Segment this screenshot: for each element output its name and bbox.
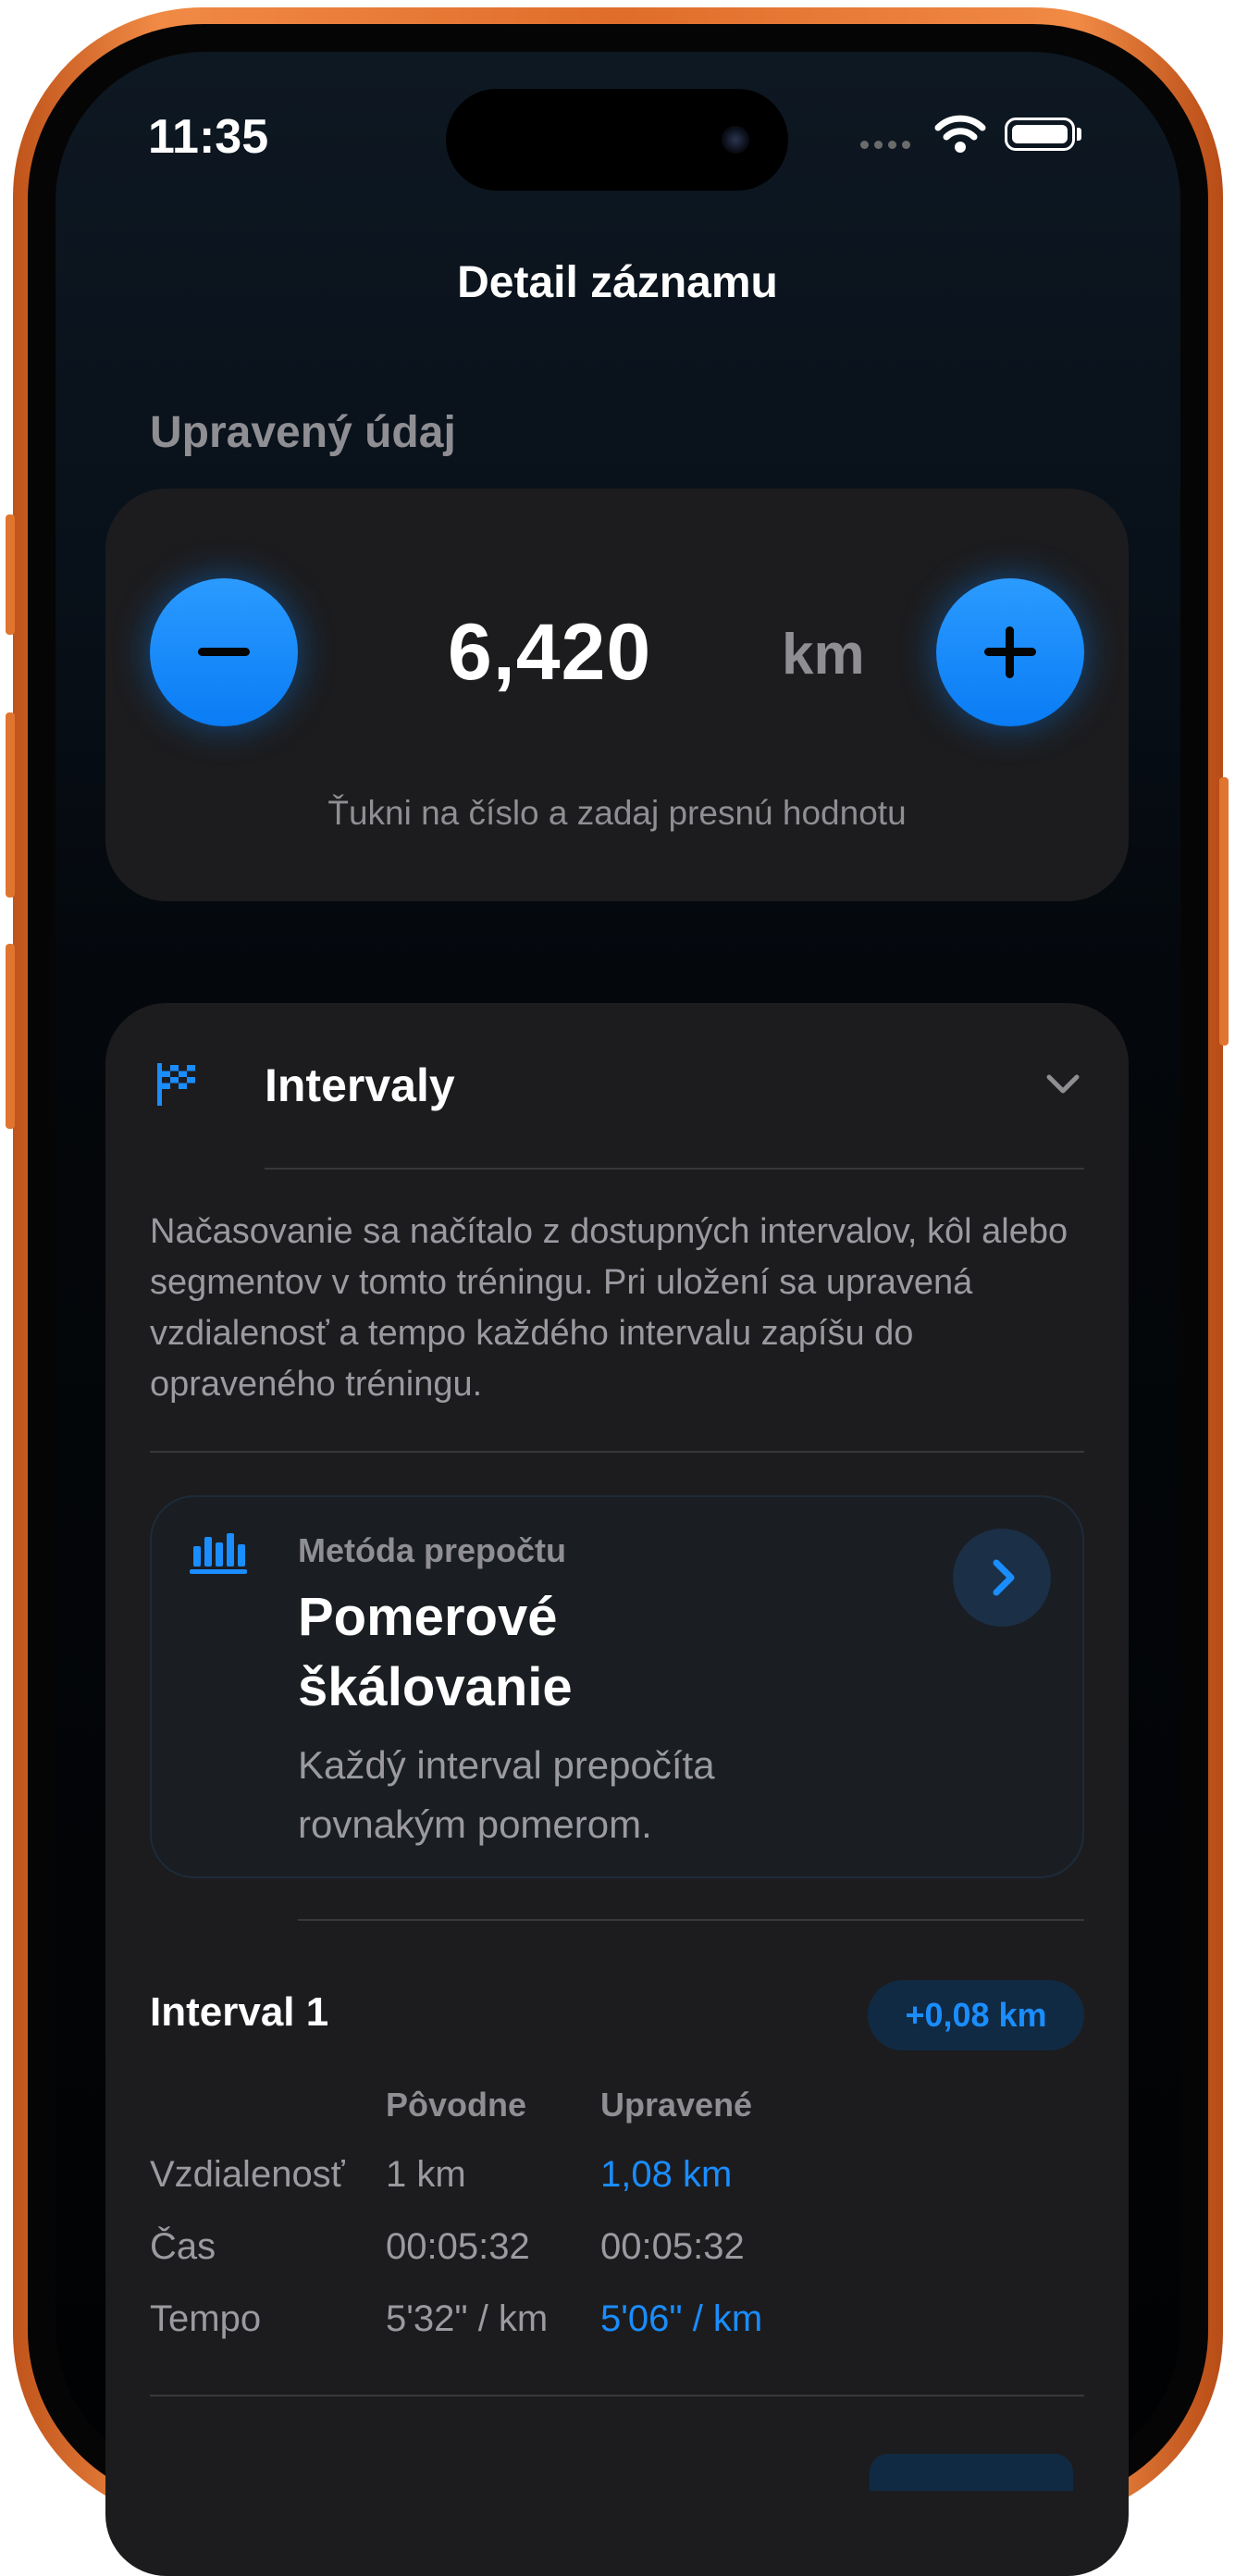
- increment-button[interactable]: [936, 578, 1084, 726]
- adjusted-value[interactable]: 6,420: [448, 607, 651, 699]
- column-adjusted-header: Upravené: [600, 2086, 753, 2124]
- interval-1-divider: [150, 2395, 1084, 2396]
- plus-icon: [1006, 626, 1014, 678]
- row-original: 5'32" / km: [386, 2298, 549, 2339]
- row-adjusted: 5'06" / km: [600, 2298, 763, 2339]
- row-label: Vzdialenosť: [150, 2154, 345, 2195]
- row-label: Tempo: [150, 2298, 262, 2339]
- intervals-description: Načasovanie sa načítalo z dostupných int…: [150, 1212, 1068, 1404]
- minus-icon: [198, 648, 250, 656]
- status-time: 11:35: [148, 110, 269, 164]
- intervals-section-title[interactable]: Intervaly: [265, 1059, 455, 1112]
- decrement-button[interactable]: [150, 578, 298, 726]
- battery-icon: [1005, 118, 1075, 151]
- method-label: Metóda prepočtu: [298, 1531, 567, 1569]
- page-title: Detail záznamu: [457, 258, 778, 307]
- row-adjusted: 00:05:32: [600, 2226, 745, 2267]
- interval-1-delta-badge: +0,08 km: [868, 1980, 1084, 2050]
- method-divider: [298, 1919, 1084, 1921]
- power-button: [1219, 777, 1229, 1046]
- interval-1-title: Interval 1: [150, 1989, 329, 2035]
- action-button: [6, 514, 15, 635]
- volume-down-button: [6, 944, 15, 1129]
- chevron-down-icon[interactable]: [1045, 1073, 1081, 1096]
- row-original: 00:05:32: [386, 2226, 530, 2267]
- row-label: Čas: [150, 2226, 216, 2267]
- description-divider: [150, 1451, 1084, 1453]
- value-hint: Ťukni na číslo a zadaj presnú hodnotu: [327, 794, 907, 832]
- intervals-header-divider: [265, 1168, 1084, 1170]
- column-original-header: Pôvodne: [386, 2086, 527, 2124]
- method-description: Každý interval prepočíta rovnakým pomero…: [298, 1743, 715, 1846]
- chevron-right-icon: [993, 1559, 1015, 1596]
- adjusted-unit: km: [782, 623, 865, 687]
- method-select-button[interactable]: [953, 1529, 1051, 1627]
- next-interval-badge: [870, 2454, 1073, 2491]
- volume-up-button: [6, 712, 15, 898]
- checkered-flag-icon: [157, 1063, 195, 1106]
- camera-icon: [722, 126, 749, 154]
- battery-cap: [1077, 128, 1081, 141]
- bar-chart-icon: [190, 1533, 247, 1574]
- wifi-icon: [934, 115, 986, 153]
- row-original: 1 km: [386, 2154, 466, 2195]
- cellular-signal-icon: [860, 141, 914, 150]
- row-adjusted: 1,08 km: [600, 2154, 733, 2195]
- adjusted-section-label: Upravený údaj: [150, 408, 456, 457]
- method-title: Pomerové škálovanie: [298, 1587, 573, 1717]
